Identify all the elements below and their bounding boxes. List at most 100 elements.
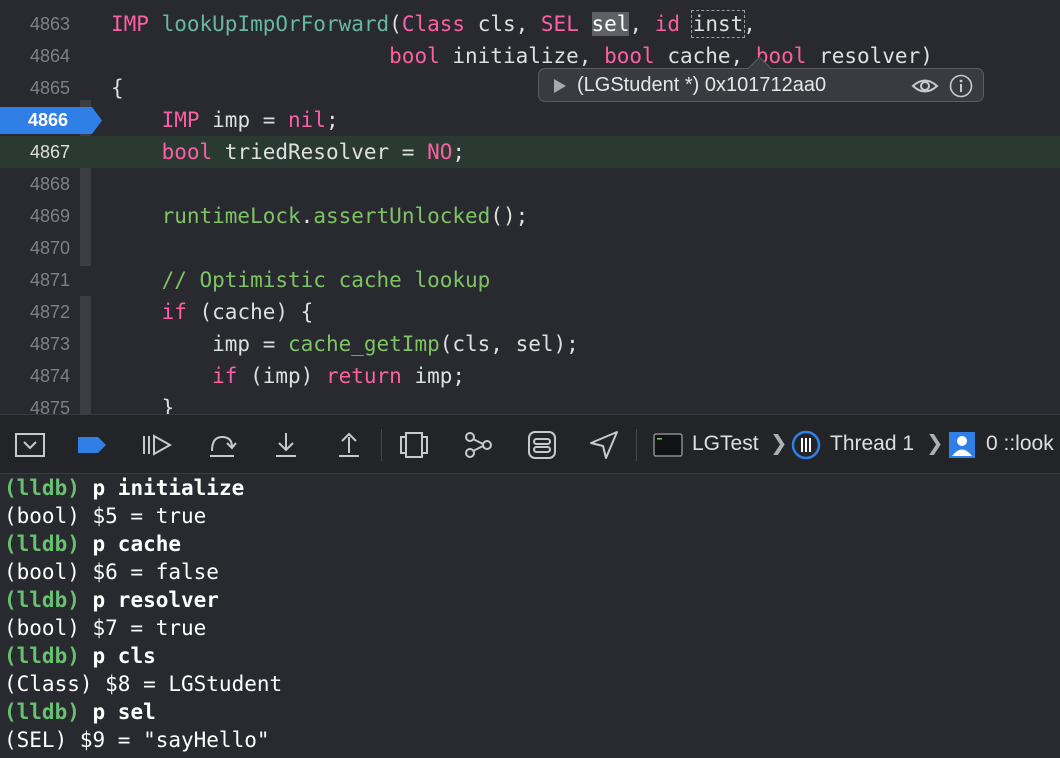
step-out-icon[interactable] bbox=[333, 429, 365, 461]
popover-value: (LGStudent *) 0x101712aa0 bbox=[577, 74, 827, 96]
toolbar-divider bbox=[636, 429, 637, 461]
breadcrumb-frame[interactable]: 0 ::look bbox=[986, 415, 1054, 473]
command-text: p cls bbox=[92, 644, 156, 668]
output-text: (bool) $5 = true bbox=[4, 504, 207, 528]
code-line[interactable]: 4875 } bbox=[0, 392, 1060, 414]
console-command: (lldb) p initialize bbox=[4, 474, 244, 502]
code-token: IMP bbox=[111, 12, 149, 36]
line-number[interactable]: 4871 bbox=[0, 264, 78, 296]
step-over-icon[interactable] bbox=[206, 429, 238, 461]
code-token: resolver) bbox=[806, 44, 933, 68]
code-token: if bbox=[161, 300, 187, 324]
code-token: . bbox=[300, 204, 314, 228]
continue-icon[interactable] bbox=[140, 429, 172, 461]
code-token: cache, bbox=[654, 44, 756, 68]
code-token: if bbox=[212, 364, 238, 388]
quick-look-eye-icon[interactable] bbox=[911, 75, 939, 102]
step-into-icon[interactable] bbox=[270, 429, 302, 461]
line-number[interactable]: 4863 bbox=[0, 8, 78, 40]
code-token: ; bbox=[325, 108, 339, 132]
code-text[interactable]: { bbox=[111, 72, 124, 104]
code-text[interactable]: if (imp) return imp; bbox=[111, 360, 465, 392]
line-number[interactable]: 4872 bbox=[0, 296, 78, 328]
lldb-console[interactable]: (lldb) p initialize (bool) $5 = true (lldb… bbox=[0, 474, 1060, 758]
code-token: , bbox=[629, 12, 655, 36]
command-text: p sel bbox=[92, 700, 156, 724]
code-line[interactable]: 4867 bool triedResolver = NO; bbox=[0, 136, 1060, 168]
breakpoint-marker[interactable]: 4866 bbox=[0, 107, 102, 134]
code-token: cache_getImp bbox=[288, 332, 440, 356]
code-token: triedResolver = bbox=[212, 140, 428, 164]
breadcrumb-target[interactable]: LGTest bbox=[692, 415, 759, 473]
code-token: bool bbox=[389, 44, 440, 68]
output-text: (bool) $7 = true bbox=[4, 616, 207, 640]
code-token: runtimeLock bbox=[161, 204, 301, 228]
code-line[interactable]: 4869 runtimeLock.assertUnlocked(); bbox=[0, 200, 1060, 232]
terminal-app-icon bbox=[652, 429, 684, 461]
code-line[interactable]: 4870 bbox=[0, 232, 1060, 264]
line-number[interactable]: 4864 bbox=[0, 40, 78, 72]
code-text[interactable]: imp = cache_getImp(cls, sel); bbox=[111, 328, 579, 360]
line-number[interactable]: 4869 bbox=[0, 200, 78, 232]
code-text[interactable]: } bbox=[111, 392, 175, 414]
info-icon[interactable] bbox=[949, 74, 973, 103]
code-text[interactable]: if (cache) { bbox=[111, 296, 314, 328]
lldb-prompt: (lldb) bbox=[4, 532, 80, 556]
toolbar-divider bbox=[381, 429, 382, 461]
code-text[interactable]: // Optimistic cache lookup bbox=[111, 264, 491, 296]
breakpoints-toggle-icon[interactable] bbox=[76, 429, 108, 461]
debug-view-hierarchy-icon[interactable] bbox=[398, 429, 430, 461]
breadcrumb-thread[interactable]: Thread 1 bbox=[830, 415, 914, 473]
variable-inspector-popover[interactable]: (LGStudent *) 0x101712aa0 bbox=[538, 56, 984, 103]
code-text[interactable]: IMP lookUpImpOrForward(Class cls, SEL se… bbox=[111, 8, 756, 40]
line-number[interactable]: 4874 bbox=[0, 360, 78, 392]
code-token: bool bbox=[604, 44, 655, 68]
line-number: 4866 bbox=[27, 110, 68, 130]
line-number[interactable]: 4875 bbox=[0, 392, 78, 414]
console-command: (lldb) p cls bbox=[4, 642, 156, 670]
code-token: return bbox=[325, 364, 402, 388]
code-text[interactable]: runtimeLock.assertUnlocked(); bbox=[111, 200, 529, 232]
code-line[interactable]: 4863 IMP lookUpImpOrForward(Class cls, SE… bbox=[0, 8, 1060, 40]
code-text[interactable]: bool triedResolver = NO; bbox=[111, 136, 465, 168]
output-text: (bool) $6 = false bbox=[4, 560, 219, 584]
code-line[interactable]: 4872 if (cache) { bbox=[0, 296, 1060, 328]
line-number[interactable]: 4867 bbox=[0, 136, 78, 168]
line-number[interactable]: 4873 bbox=[0, 328, 78, 360]
code-line[interactable]: 4874 if (imp) return imp; bbox=[0, 360, 1060, 392]
line-number[interactable]: 4865 bbox=[0, 72, 78, 104]
simulate-location-icon[interactable] bbox=[588, 429, 620, 461]
code-token: (); bbox=[490, 204, 529, 228]
code-text[interactable]: IMP imp = nil; bbox=[111, 104, 339, 136]
code-token: imp = bbox=[111, 332, 289, 356]
code-token: assertUnlocked bbox=[313, 204, 491, 228]
line-number[interactable]: 4868 bbox=[0, 168, 78, 200]
hide-debug-area-icon[interactable] bbox=[14, 429, 46, 461]
code-line[interactable]: 4873 imp = cache_getImp(cls, sel); bbox=[0, 328, 1060, 360]
code-token: , bbox=[743, 12, 756, 36]
disclosure-triangle-icon[interactable] bbox=[553, 78, 567, 99]
environment-overrides-icon[interactable] bbox=[526, 429, 558, 461]
breadcrumb-chevron-icon: ❯ bbox=[770, 432, 788, 455]
lldb-prompt: (lldb) bbox=[4, 700, 80, 724]
code-line[interactable]: 4868 bbox=[0, 168, 1060, 200]
memory-graph-icon[interactable] bbox=[462, 429, 494, 461]
lldb-prompt: (lldb) bbox=[4, 644, 80, 668]
line-number[interactable]: 4870 bbox=[0, 232, 78, 264]
code-token: NO bbox=[427, 140, 453, 164]
code-token: inst bbox=[690, 10, 746, 38]
code-token: (imp) bbox=[237, 364, 326, 388]
lldb-prompt: (lldb) bbox=[4, 588, 80, 612]
console-output: (bool) $7 = true bbox=[4, 614, 206, 642]
code-line[interactable]: 4871 // Optimistic cache lookup bbox=[0, 264, 1060, 296]
code-token: IMP bbox=[161, 108, 200, 132]
code-token: imp; bbox=[401, 364, 466, 388]
code-line[interactable]: 4866 IMP imp = nil; bbox=[0, 104, 1060, 136]
source-editor[interactable]: 4863 IMP lookUpImpOrForward(Class cls, SE… bbox=[0, 0, 1060, 414]
